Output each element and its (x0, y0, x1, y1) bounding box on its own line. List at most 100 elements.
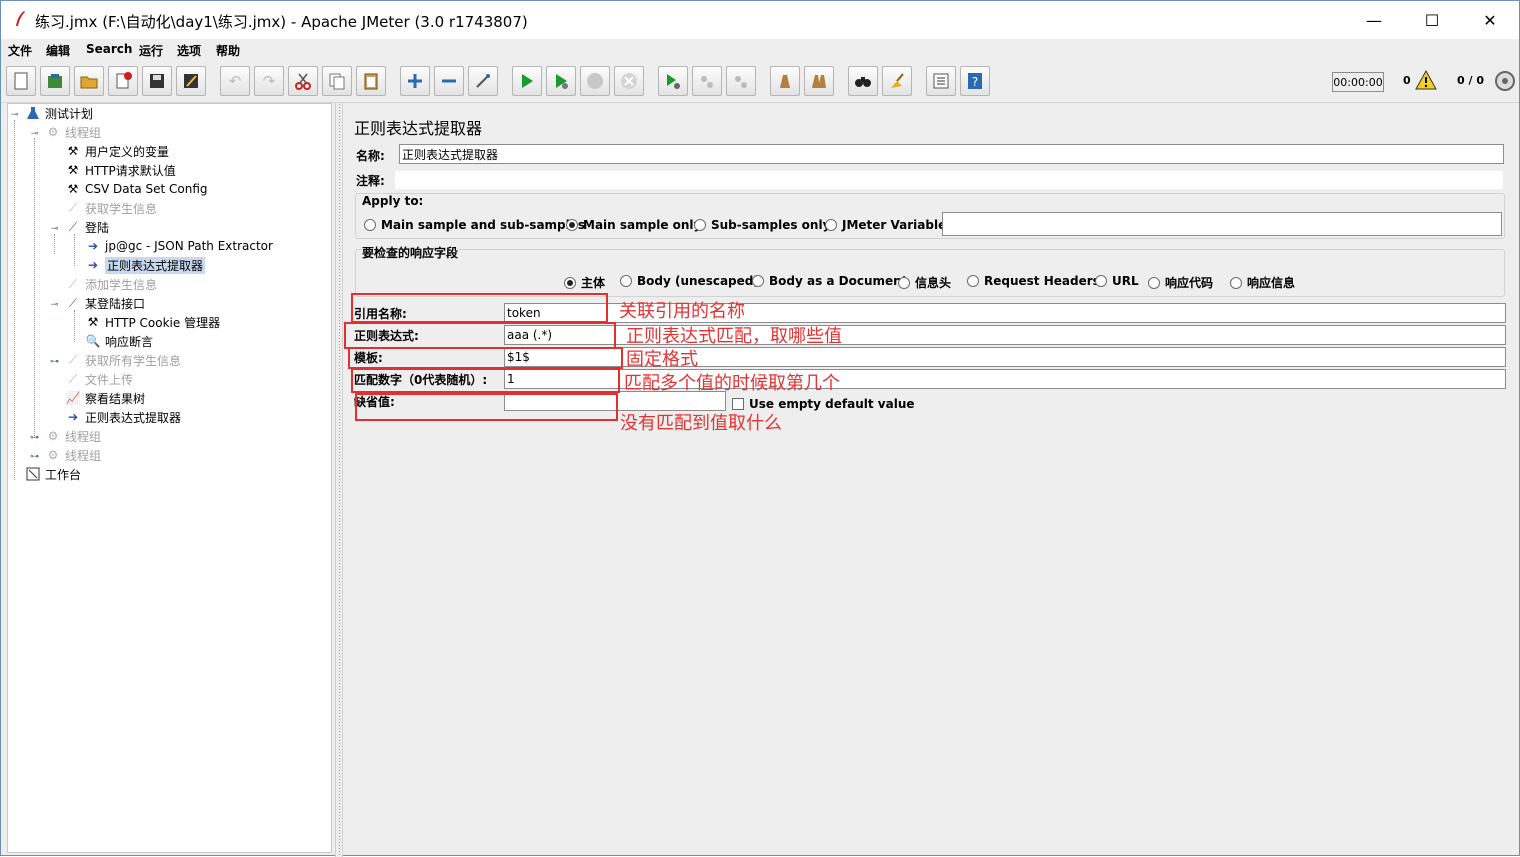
maximize-button[interactable]: ☐ (1403, 1, 1461, 39)
collapse-handle[interactable]: ⊸ (10, 110, 19, 120)
warning-icon[interactable] (1415, 70, 1437, 90)
tree-node-json-extractor[interactable]: ➔ jp@gc - JSON Path Extractor (84, 237, 273, 255)
tree-node-login[interactable]: ⟋ 登陆 (64, 218, 109, 236)
close-file-icon[interactable] (108, 66, 138, 96)
start-icon[interactable] (512, 66, 542, 96)
tree-node-workbench[interactable]: 工作台 (24, 465, 81, 483)
function-helper-icon[interactable] (926, 66, 956, 96)
save-as-icon[interactable] (176, 66, 206, 96)
comment-label: 注释: (356, 174, 385, 188)
search-icon[interactable] (848, 66, 878, 96)
magnifier-icon: 🔍 (85, 334, 101, 348)
collapse-handle[interactable]: ⊸ (50, 224, 59, 234)
cut-icon[interactable] (288, 66, 318, 96)
tree-node-upload[interactable]: ⟋ 文件上传 (64, 370, 133, 388)
annotation-template: 固定格式 (626, 349, 698, 370)
tree-node-thread-group[interactable]: ⚙ 线程组 (44, 123, 101, 141)
menu-options[interactable]: 选项 (177, 42, 201, 59)
open-icon[interactable] (74, 66, 104, 96)
radio-body[interactable]: 主体 (564, 274, 605, 291)
menu-help[interactable]: 帮助 (216, 42, 240, 59)
remote-shutdown-icon[interactable] (726, 66, 756, 96)
collapse-icon[interactable] (434, 66, 464, 96)
tree-node-regex-extractor[interactable]: ➔ 正则表达式提取器 (84, 256, 206, 274)
radio-body-unescaped[interactable]: Body (unescaped) (620, 274, 759, 288)
radio-request-headers[interactable]: Request Headers (967, 274, 1100, 288)
flask-icon (24, 105, 42, 121)
pipette-icon: ⟋ (68, 219, 78, 234)
wrench-icon: ⚒ (67, 144, 79, 158)
tree-node-get-student[interactable]: ⟋ 获取学生信息 (64, 199, 157, 217)
expand-icon[interactable] (400, 66, 430, 96)
panel-title: 正则表达式提取器 (354, 119, 483, 138)
radio-main-only[interactable]: Main sample only (566, 218, 701, 232)
radio-sub-only[interactable]: Sub-samples only (694, 218, 830, 232)
pipette-icon: ⟋ (68, 371, 78, 386)
tree-node-user-vars[interactable]: ⚒ 用户定义的变量 (64, 142, 169, 160)
tree-node-assertion[interactable]: 🔍 响应断言 (84, 332, 154, 350)
tree-node-test-plan[interactable]: 测试计划 (24, 104, 93, 122)
clear-icon[interactable] (770, 66, 800, 96)
help-icon[interactable]: ? (960, 66, 990, 96)
toggle-icon[interactable] (468, 66, 498, 96)
workbench-icon (24, 466, 42, 482)
redo-icon[interactable]: ↷ (254, 66, 284, 96)
jmeter-variable-field[interactable] (942, 212, 1502, 236)
tree-node-thread-group-3[interactable]: ⚙ 线程组 (44, 446, 101, 464)
tree-node-csv-config[interactable]: ⚒ CSV Data Set Config (64, 180, 208, 198)
comment-field[interactable] (394, 170, 1504, 190)
menu-search[interactable]: Search (86, 42, 132, 56)
copy-icon[interactable] (322, 66, 352, 96)
expand-handle[interactable]: ⊶ (50, 357, 59, 367)
arrow-icon: ➔ (87, 239, 99, 253)
start-no-pause-icon[interactable] (546, 66, 576, 96)
collapse-handle[interactable]: ⊸ (50, 300, 59, 310)
expand-handle[interactable]: ⊶ (30, 433, 39, 443)
tree-node-get-all[interactable]: ⟋ 获取所有学生信息 (64, 351, 181, 369)
annotation-box-default (355, 393, 618, 421)
expand-handle[interactable]: ⊶ (30, 452, 39, 462)
save-icon[interactable] (142, 66, 172, 96)
name-field[interactable]: 正则表达式提取器 (399, 144, 1504, 164)
stop-icon[interactable] (580, 66, 610, 96)
undo-icon[interactable]: ↶ (220, 66, 250, 96)
close-button[interactable]: ✕ (1461, 1, 1519, 39)
tree-node-regex-extractor-2[interactable]: ➔ 正则表达式提取器 (64, 408, 181, 426)
split-pane-divider[interactable] (335, 103, 343, 857)
tree-node-add-student[interactable]: ⟋ 添加学生信息 (64, 275, 157, 293)
templates-icon[interactable] (40, 66, 70, 96)
wrench-icon: ⚒ (87, 315, 99, 329)
radio-headers[interactable]: 信息头 (898, 274, 951, 291)
elapsed-timer: 00:00:00 (1332, 72, 1384, 92)
menu-edit[interactable]: 编辑 (46, 42, 70, 59)
name-label: 名称: (356, 149, 385, 163)
tree-node-results-tree[interactable]: 📈 察看结果树 (64, 389, 146, 407)
radio-jmeter-variable[interactable]: JMeter Variable (825, 218, 946, 232)
radio-response-message[interactable]: 响应信息 (1230, 274, 1295, 291)
paste-icon[interactable] (356, 66, 386, 96)
chart-icon: 📈 (65, 391, 81, 405)
remote-stop-icon[interactable] (692, 66, 722, 96)
tree-node-thread-group-2[interactable]: ⚙ 线程组 (44, 427, 101, 445)
radio-body-document[interactable]: Body as a Document (752, 274, 907, 288)
menu-run[interactable]: 运行 (139, 42, 163, 59)
collapse-handle[interactable]: ⊸ (30, 129, 39, 139)
response-field-label: 要检查的响应字段 (362, 244, 459, 261)
new-icon[interactable] (6, 66, 36, 96)
clear-all-icon[interactable] (804, 66, 834, 96)
tree-node-cookie-manager[interactable]: ⚒ HTTP Cookie 管理器 (84, 313, 220, 331)
shutdown-icon[interactable] (614, 66, 644, 96)
radio-url[interactable]: URL (1095, 274, 1139, 288)
pipette-icon: ⟋ (68, 295, 78, 310)
tree-node-some-login[interactable]: ⟋ 某登陆接口 (64, 294, 145, 312)
jmeter-window: 练习.jmx (F:\自动化\day1\练习.jmx) - Apache JMe… (0, 0, 1520, 857)
annotation-box-ref-name (351, 293, 608, 323)
remote-start-icon[interactable] (658, 66, 688, 96)
reset-search-icon[interactable] (882, 66, 912, 96)
tree-node-http-defaults[interactable]: ⚒ HTTP请求默认值 (64, 161, 176, 179)
menu-file[interactable]: 文件 (8, 42, 32, 59)
minimize-button[interactable]: — (1345, 1, 1403, 39)
radio-response-code[interactable]: 响应代码 (1148, 274, 1213, 291)
annotation-box-match-no (351, 368, 620, 393)
radio-main-and-sub[interactable]: Main sample and sub-samples (364, 218, 585, 232)
